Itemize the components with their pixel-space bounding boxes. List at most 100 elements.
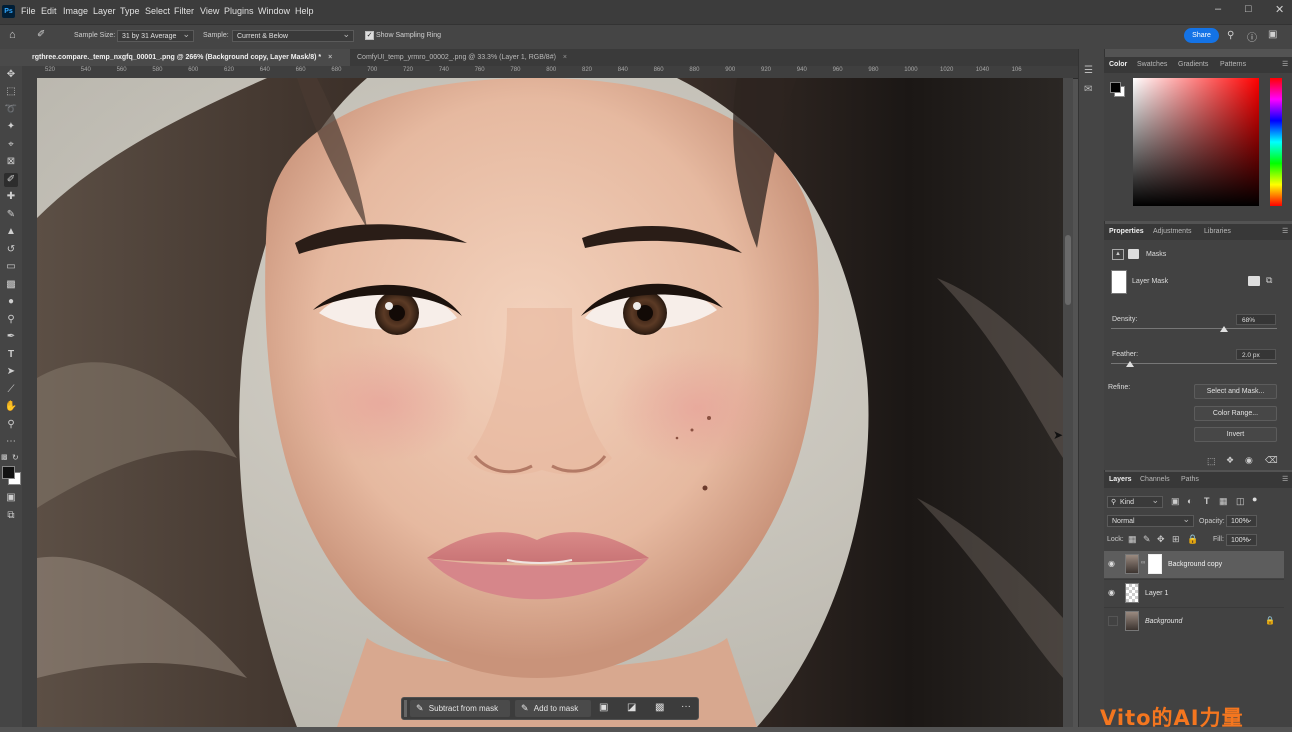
feather-slider-thumb[interactable] [1126,361,1134,367]
line-tool-icon[interactable]: ⟋ [4,383,18,397]
screen-mode-icon[interactable]: ⧉ [4,509,18,523]
lock-all-icon[interactable]: 🔒 [1187,534,1198,545]
visibility-icon[interactable]: ◉ [1245,455,1253,466]
more-options-icon[interactable]: ··· [681,701,691,712]
eraser-tool-icon[interactable]: ▭ [4,260,18,274]
layer-row[interactable]: ◉ Layer 1 [1104,579,1284,607]
brush-tool-icon[interactable]: ✎ [4,208,18,222]
subtract-from-mask-button[interactable]: ✎ Subtract from mask [410,700,510,717]
tab-layers[interactable]: Layers [1109,472,1132,488]
layer-row[interactable]: Background 🔒 [1104,607,1284,635]
menu-edit[interactable]: Edit [41,6,57,16]
filter-toggle-icon[interactable]: ● [1252,494,1257,504]
menu-type[interactable]: Type [120,6,140,16]
default-colors-icon[interactable]: ▩ [1,453,9,461]
fg-color-chip[interactable] [1110,82,1121,93]
marquee-tool-icon[interactable]: ⬚ [4,85,18,99]
blur-tool-icon[interactable]: ● [4,295,18,309]
pixel-mask-icon[interactable]: ▲ [1112,249,1124,260]
magic-wand-icon[interactable]: ✦ [4,120,18,134]
canvas-vertical-scrollbar[interactable] [1063,78,1073,727]
workspace-icon[interactable]: ▣ [1268,29,1277,40]
filter-adjustment-icon[interactable]: ◐ [1187,496,1192,506]
link-icon[interactable]: ∞ [1141,560,1145,566]
filter-smart-object-icon[interactable]: ◫ [1236,496,1245,507]
history-brush-icon[interactable]: ↺ [4,243,18,257]
eye-icon[interactable]: ◉ [1108,588,1115,597]
tab-document-1[interactable]: rgthree.compare._temp_nxgfq_00001_.png @… [0,49,350,66]
tab-channels[interactable]: Channels [1140,472,1170,488]
type-tool-icon[interactable]: T [4,348,18,362]
layer-mask-icon[interactable] [1128,249,1139,259]
invert-mask-icon[interactable]: ◪ [627,702,636,713]
comments-panel-icon[interactable]: ✉ [1084,84,1092,95]
fill-field[interactable]: 100% [1226,532,1257,546]
tab-paths[interactable]: Paths [1181,472,1199,488]
lock-artboard-icon[interactable]: ⊞ [1172,534,1180,545]
quick-mask-icon[interactable]: ▣ [4,491,18,505]
eyedropper-tool-icon[interactable]: ✐ [4,173,18,187]
menu-plugins[interactable]: Plugins [224,6,254,16]
lock-pixels-icon[interactable]: ✎ [1143,534,1151,545]
panel-menu-icon[interactable]: ☰ [1282,472,1288,488]
tab-color[interactable]: Color [1109,57,1127,73]
fill-mask-icon[interactable]: ▩ [655,702,664,713]
lock-position-icon[interactable]: ✥ [1157,534,1165,545]
filter-shape-icon[interactable]: ▦ [1219,496,1228,507]
pen-tool-icon[interactable]: ✒ [4,330,18,344]
load-selection-icon[interactable]: ⬚ [1207,456,1216,467]
tab-swatches[interactable]: Swatches [1137,57,1167,73]
sample-size-dropdown[interactable]: 31 by 31 Average [117,28,194,42]
menu-filter[interactable]: Filter [174,6,194,16]
crop-tool-icon[interactable]: ⌖ [4,138,18,152]
maximize-icon[interactable]: □ [1245,3,1252,15]
feather-field[interactable]: 2.0 px [1236,349,1276,360]
layer-filter-dropdown[interactable]: ⚲ Kind [1107,494,1163,508]
more-tools-icon[interactable]: ⋯ [4,435,18,449]
hand-tool-icon[interactable]: ✋ [4,400,18,414]
opacity-field[interactable]: 100% [1226,513,1257,527]
gradient-tool-icon[interactable]: ▩ [4,278,18,292]
lock-icon[interactable]: 🔒 [1265,616,1275,625]
hue-slider[interactable] [1270,78,1282,206]
document-canvas[interactable] [37,78,1063,727]
density-field[interactable]: 68% [1236,314,1276,325]
eye-icon[interactable]: ◉ [1108,559,1115,568]
layer-mask-thumbnail[interactable] [1148,554,1162,574]
density-slider-thumb[interactable] [1219,326,1228,332]
invert-button[interactable]: Invert [1194,427,1277,442]
layer-row[interactable]: ◉ ∞ Background copy [1104,551,1284,578]
add-vector-mask-icon[interactable]: ⧉ [1266,275,1272,286]
minimize-icon[interactable]: – [1215,3,1221,15]
color-field[interactable] [1133,78,1259,206]
menu-layer[interactable]: Layer [93,6,116,16]
dodge-tool-icon[interactable]: ⚲ [4,313,18,327]
density-track[interactable] [1111,328,1277,329]
show-ring-checkbox[interactable]: ✓ [365,31,374,40]
menu-help[interactable]: Help [295,6,314,16]
close-window-icon[interactable]: ✕ [1275,3,1284,16]
visibility-toggle[interactable] [1108,616,1118,626]
filter-type-icon[interactable]: T [1204,496,1210,506]
lock-transparent-icon[interactable]: ▦ [1128,534,1137,545]
tab-properties[interactable]: Properties [1109,224,1144,240]
scrollbar-thumb[interactable] [1065,235,1071,305]
clone-stamp-icon[interactable]: ▲ [4,225,18,239]
menu-view[interactable]: View [200,6,219,16]
path-selection-icon[interactable]: ➤ [4,365,18,379]
menu-select[interactable]: Select [145,6,170,16]
swap-colors-icon[interactable]: ↻ [12,453,20,462]
feather-track[interactable] [1111,363,1277,364]
tab-gradients[interactable]: Gradients [1178,57,1208,73]
home-icon[interactable]: ⌂ [9,29,16,41]
delete-mask-icon[interactable]: ⌫ [1265,455,1278,466]
foreground-color-swatch[interactable] [2,466,15,479]
zoom-tool-icon[interactable]: ⚲ [4,418,18,432]
close-tab-icon[interactable]: × [563,54,567,61]
healing-brush-icon[interactable]: ✚ [4,190,18,204]
eyedropper-icon[interactable]: ✐ [37,29,45,40]
menu-window[interactable]: Window [258,6,290,16]
mask-options-icon[interactable]: ▣ [599,702,608,713]
drag-handle[interactable] [404,700,407,717]
filter-pixel-icon[interactable]: ▣ [1171,496,1180,507]
